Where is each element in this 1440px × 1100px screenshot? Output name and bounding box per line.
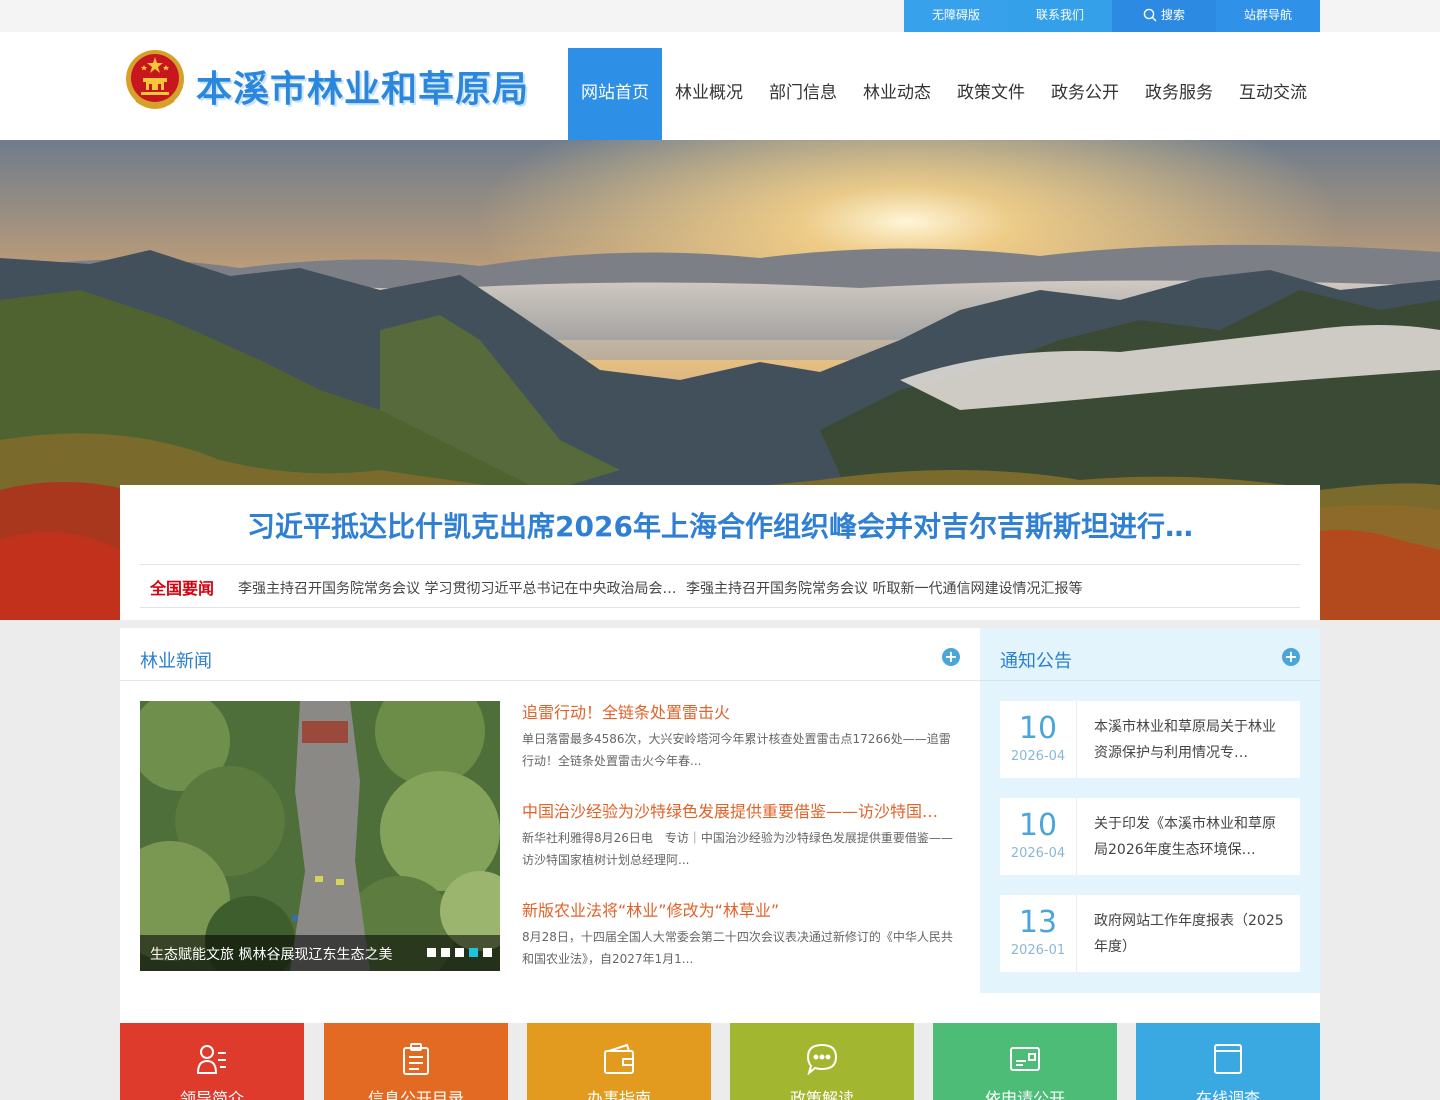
nav-home[interactable]: 网站首页: [568, 48, 662, 140]
divider: [980, 680, 1320, 681]
news-item-summary: 8月28日，十四届全国人大常委会第二十四次会议表决通过新修订的《中华人民共和国农…: [522, 930, 953, 966]
news-image-slider[interactable]: 生态赋能文旅 枫林谷展现辽东生态之美: [140, 701, 500, 971]
tile-online-survey[interactable]: 在线调查: [1136, 1023, 1320, 1100]
user-list-icon: [196, 1045, 226, 1074]
national-emblem-logo: [126, 50, 184, 109]
notice-year-month: 2026-04: [1010, 846, 1066, 861]
tile-label: 领导简介: [179, 1089, 244, 1100]
headline-news-box: 习近平抵达比什凯克出席2026年上海合作组织峰会并对吉尔吉斯斯坦进行… 全国要闻…: [120, 485, 1320, 620]
news-item-title[interactable]: 中国治沙经验为沙特绿色发展提供重要借鉴——访沙特国…: [522, 798, 938, 822]
site-title: 本溪市林业和草原局: [196, 69, 530, 110]
notice-item[interactable]: 13 2026-01 政府网站工作年度报表（2025年度）: [1000, 895, 1300, 972]
main-nav: 网站首页 林业概况 部门信息 林业动态 政策文件 政务公开 政务服务 互动交流: [568, 48, 1320, 140]
contact-us-link[interactable]: 联系我们: [1008, 0, 1112, 32]
slider-dot-3[interactable]: [455, 948, 464, 957]
notice-day: 10: [1018, 711, 1058, 746]
search-button[interactable]: 搜索: [1112, 0, 1216, 32]
notice-day: 10: [1018, 808, 1058, 843]
nav-department-info[interactable]: 部门信息: [756, 48, 850, 140]
search-icon: [1143, 8, 1157, 22]
national-news-label: 全国要闻: [150, 579, 215, 598]
clipboard-icon: [403, 1043, 429, 1075]
notice-item[interactable]: 10 2026-04 关于印发《本溪市林业和草原局2026年度生态环境保…: [1000, 798, 1300, 875]
tile-info-catalog[interactable]: 信息公开目录: [324, 1023, 508, 1100]
national-news-item[interactable]: 李强主持召开国务院常务会议 学习贯彻习近平总书记在中央政治局会…: [238, 578, 676, 598]
tile-label: 在线调查: [1195, 1089, 1260, 1100]
top-utility-bar: 无障碍版 联系我们 搜索 站群导航: [0, 0, 1440, 32]
tile-label: 政策解读: [789, 1089, 854, 1100]
slider-dot-1[interactable]: [427, 948, 436, 957]
slider-caption-bar: 生态赋能文旅 枫林谷展现辽东生态之美: [140, 935, 500, 971]
slider-photo: [140, 701, 500, 971]
nav-forestry-news[interactable]: 林业动态: [850, 48, 944, 140]
news-item-summary: 单日落雷最多4586次，大兴安岭塔河今年累计核查处置雷击点17266处——追雷行…: [522, 732, 951, 768]
notice-year-month: 2026-01: [1010, 943, 1066, 958]
nav-gov-services[interactable]: 政务服务: [1132, 48, 1226, 140]
site-group-nav-link[interactable]: 站群导航: [1216, 0, 1320, 32]
main-content: 林业新闻 + 生态赋能文旅 枫林谷展现辽东生态之美 追雷行动！全链条处置雷击火 …: [120, 628, 1320, 1023]
notice-item[interactable]: 10 2026-04 本溪市林业和草原局关于林业资源保护与利用情况专…: [1000, 701, 1300, 778]
tile-service-guide[interactable]: 办事指南: [527, 1023, 711, 1100]
notice-title: 通知公告: [1000, 651, 1072, 672]
tile-label: 依申请公开: [984, 1089, 1065, 1100]
nav-interaction[interactable]: 互动交流: [1226, 48, 1320, 140]
slider-caption[interactable]: 生态赋能文旅 枫林谷展现辽东生态之美: [150, 944, 392, 964]
news-item-title[interactable]: 追雷行动！全链条处置雷击火: [522, 699, 730, 723]
notice-year-month: 2026-04: [1010, 749, 1066, 764]
tile-label: 办事指南: [586, 1089, 651, 1100]
notice-day: 13: [1018, 905, 1058, 940]
headline-link[interactable]: 习近平抵达比什凯克出席2026年上海合作组织峰会并对吉尔吉斯斯坦进行…: [120, 505, 1320, 545]
id-card-icon: [1010, 1047, 1040, 1071]
nav-policy-docs[interactable]: 政策文件: [944, 48, 1038, 140]
notice-date: 13 2026-01: [1000, 895, 1077, 972]
notice-date: 10 2026-04: [1000, 701, 1077, 778]
wallet-icon: [604, 1043, 634, 1074]
forestry-news-more-button[interactable]: +: [942, 648, 960, 666]
slider-dot-5[interactable]: [483, 948, 492, 957]
tile-label: 信息公开目录: [367, 1089, 464, 1100]
forestry-news-title: 林业新闻: [140, 651, 212, 672]
tile-policy-interpretation[interactable]: 政策解读: [730, 1023, 914, 1100]
search-label: 搜索: [1160, 8, 1185, 22]
notice-panel: 通知公告 + 10 2026-04 本溪市林业和草原局关于林业资源保护与利用情况…: [980, 628, 1320, 993]
notice-text: 本溪市林业和草原局关于林业资源保护与利用情况专…: [1094, 719, 1276, 761]
notice-text: 政府网站工作年度报表（2025年度）: [1094, 913, 1284, 955]
nav-forestry-overview[interactable]: 林业概况: [662, 48, 756, 140]
tile-leadership[interactable]: 领导简介: [120, 1023, 304, 1100]
nav-gov-affairs-public[interactable]: 政务公开: [1038, 48, 1132, 140]
slider-dots: [427, 948, 492, 957]
notice-more-button[interactable]: +: [1282, 648, 1300, 666]
checklist-icon: [1214, 1044, 1242, 1074]
divider: [120, 680, 980, 681]
news-item-title[interactable]: 新版农业法将“林业”修改为“林草业”: [522, 897, 779, 921]
national-news-item[interactable]: 李强主持召开国务院常务会议 听取新一代通信网建设情况汇报等: [686, 578, 1082, 598]
notice-text: 关于印发《本溪市林业和草原局2026年度生态环境保…: [1094, 816, 1276, 858]
national-news-strip: 全国要闻 李强主持召开国务院常务会议 学习贯彻习近平总书记在中央政治局会… 李强…: [140, 564, 1300, 608]
accessible-version-link[interactable]: 无障碍版: [904, 0, 1008, 32]
chat-bubble-icon: [806, 1043, 838, 1075]
slider-dot-4[interactable]: [469, 948, 478, 957]
news-item-summary: 新华社利雅得8月26日电 专访｜中国治沙经验为沙特绿色发展提供重要借鉴——访沙特…: [522, 831, 953, 867]
site-header: 本溪市林业和草原局 网站首页 林业概况 部门信息 林业动态 政策文件 政务公开 …: [0, 32, 1440, 140]
notice-date: 10 2026-04: [1000, 798, 1077, 875]
tile-request-disclosure[interactable]: 依申请公开: [933, 1023, 1117, 1100]
slider-dot-2[interactable]: [441, 948, 450, 957]
